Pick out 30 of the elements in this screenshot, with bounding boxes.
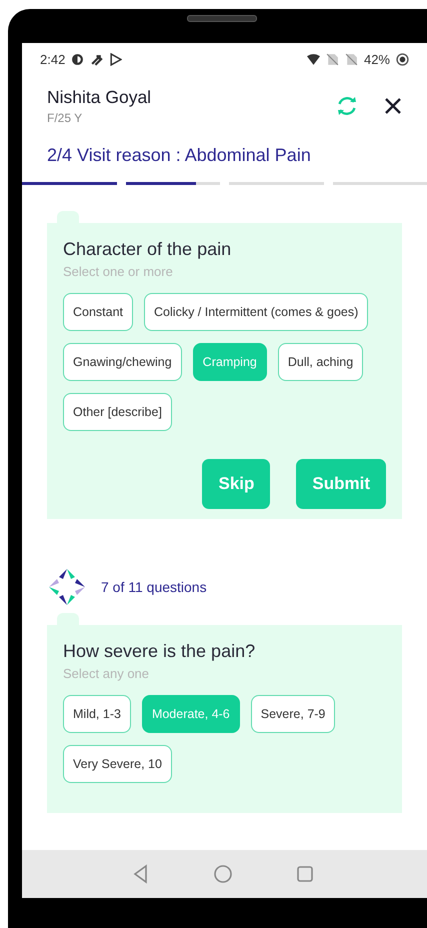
status-time: 2:42 [40,52,66,66]
play-store-icon [109,52,122,66]
option-chip[interactable]: Very Severe, 10 [63,745,172,783]
option-chip[interactable]: Dull, aching [278,343,364,381]
no-sim-icon [344,52,358,66]
question-hint: Select any one [63,666,150,681]
option-chip[interactable]: Constant [63,293,134,331]
diamond-logo-icon [47,567,87,607]
battery-ring-icon [396,52,409,66]
patient-name: Nishita Goyal [47,87,152,108]
recents-icon[interactable] [294,863,316,885]
refresh-icon[interactable] [335,94,359,118]
no-sim-icon [326,52,339,66]
question-counter: 7 of 11 questions [101,579,207,595]
wifi-icon [306,52,320,66]
question-title: How severe is the pain? [63,641,256,662]
patient-details: F/25 Y [47,111,84,125]
question-title: Character of the pain [63,239,232,260]
home-icon[interactable] [212,863,234,885]
visit-reason-title: 2/4 Visit reason : Abdominal Pain [46,144,312,166]
question-hint: Select one or more [63,264,174,279]
signal-arrows-icon [90,52,104,66]
option-chip[interactable]: Mild, 1-3 [63,695,131,733]
option-chip[interactable]: Colicky / Intermittent (comes & goes) [144,293,368,331]
circle-icon [71,52,84,66]
speaker-slot [186,14,256,22]
battery-percent: 42% [364,52,390,66]
option-chip[interactable]: Severe, 7-9 [250,695,336,733]
option-chip[interactable]: Gnawing/chewing [63,343,182,381]
option-chip[interactable]: Other [describe] [63,393,172,431]
